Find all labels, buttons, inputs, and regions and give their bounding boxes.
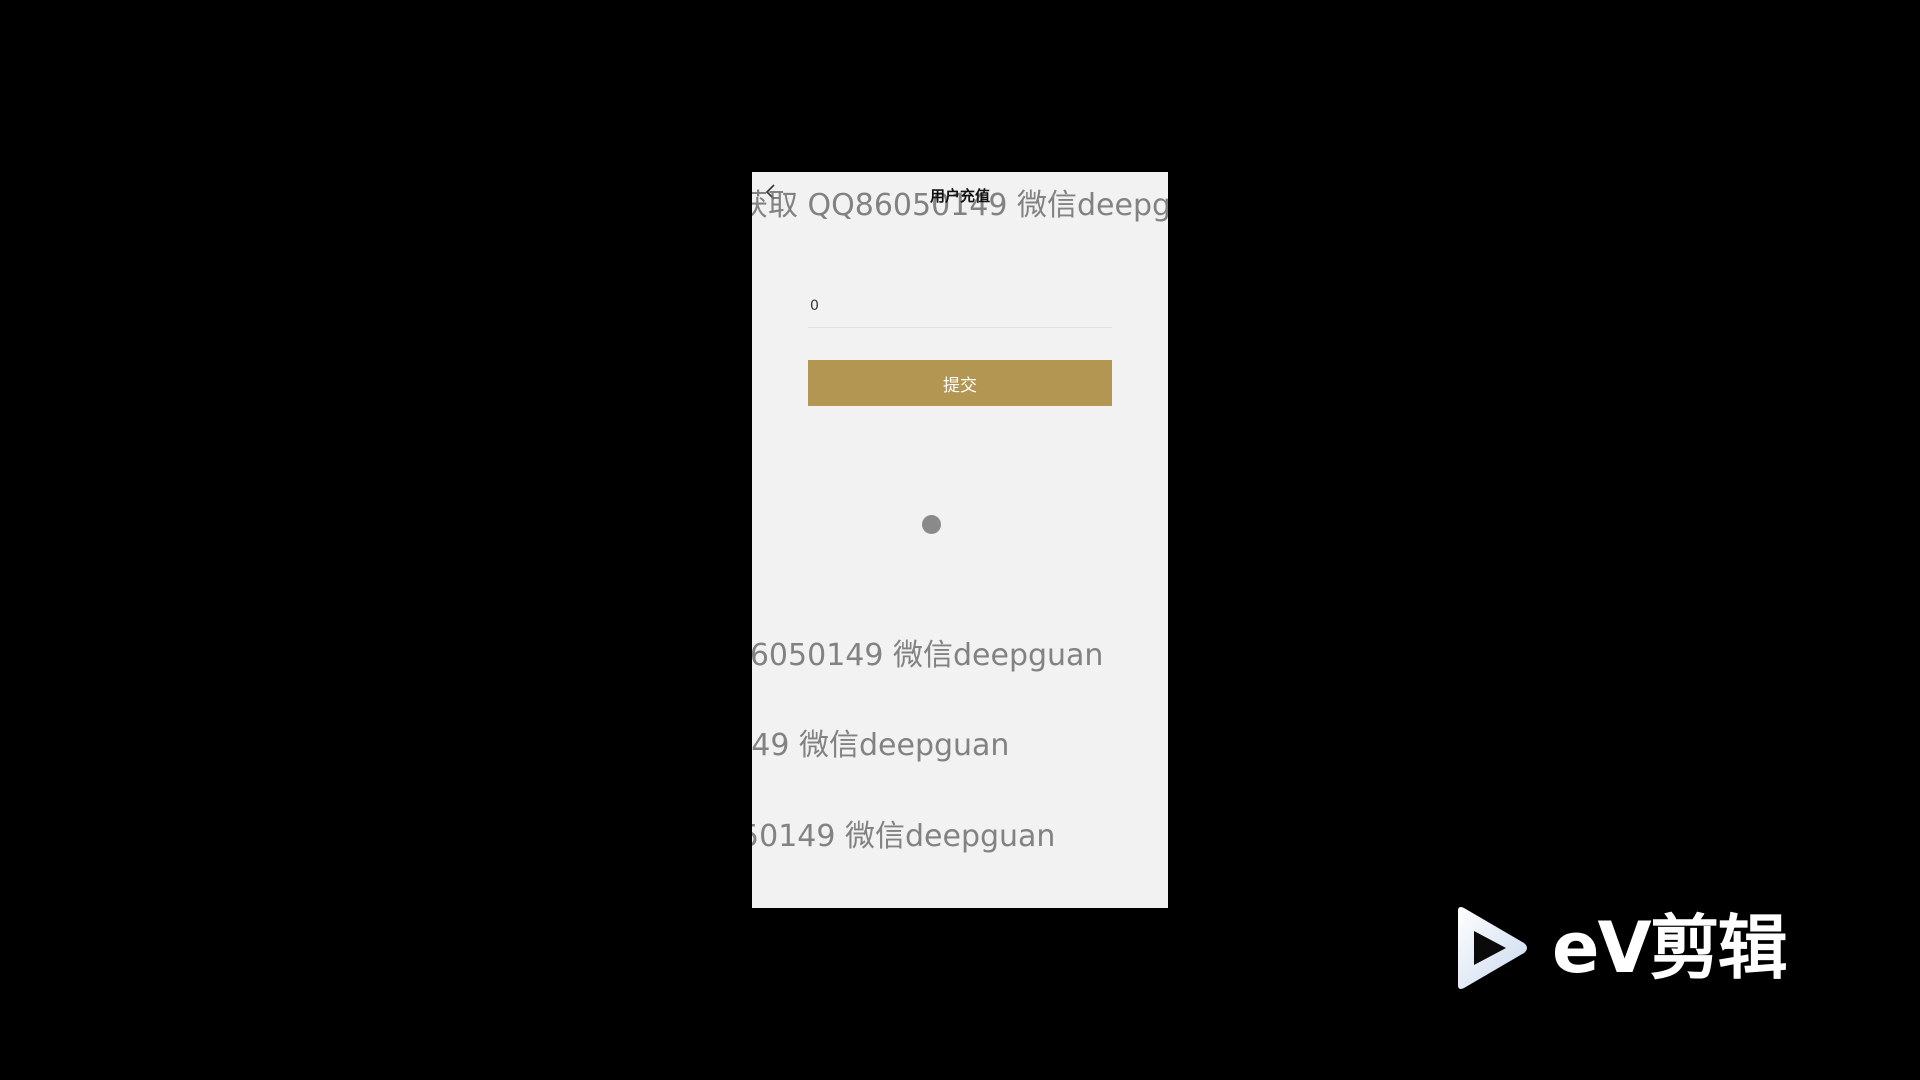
touch-indicator (922, 515, 941, 534)
watermark-text: 获取 QQ86050149 微信deepguan (752, 728, 1010, 763)
ev-editor-logo: eV剪辑 (1450, 905, 1830, 995)
play-icon (1458, 907, 1527, 989)
submit-button[interactable]: 提交 (808, 360, 1112, 406)
watermark-text: 获取 QQ86050149 微信deepguan (752, 638, 1104, 673)
phone-screen: 用户充值 提交 获取 QQ86050149 微信deepguan 获取 QQ86… (752, 172, 1168, 908)
nav-bar: 用户充值 (752, 172, 1168, 216)
video-frame: 用户充值 提交 获取 QQ86050149 微信deepguan 获取 QQ86… (0, 0, 1920, 1080)
page-title: 用户充值 (929, 187, 990, 205)
watermark-text: 获取 QQ86050149 微信deepguan (752, 819, 1056, 854)
recharge-amount-input[interactable] (808, 284, 1112, 328)
logo-text: eV剪辑 (1552, 907, 1788, 989)
